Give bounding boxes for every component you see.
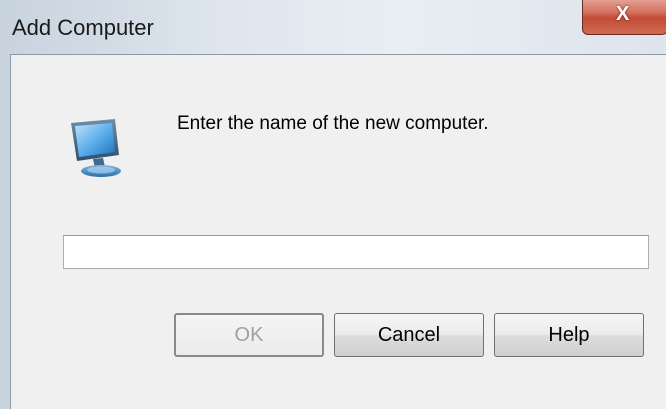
window-title: Add Computer [12,15,154,40]
title-bar[interactable]: Add Computer X [0,0,666,54]
add-computer-window: Add Computer X Enter the name of the new… [0,0,666,409]
help-button[interactable]: Help [494,313,644,357]
dialog-body: Enter the name of the new computer. OK C… [10,54,666,409]
ok-button[interactable]: OK [174,313,324,357]
prompt-text: Enter the name of the new computer. [177,113,489,134]
computer-name-input[interactable] [63,235,649,269]
close-icon: X [616,3,630,25]
close-button[interactable]: X [582,0,666,35]
cancel-button[interactable]: Cancel [334,313,484,357]
computer-icon [71,119,121,177]
